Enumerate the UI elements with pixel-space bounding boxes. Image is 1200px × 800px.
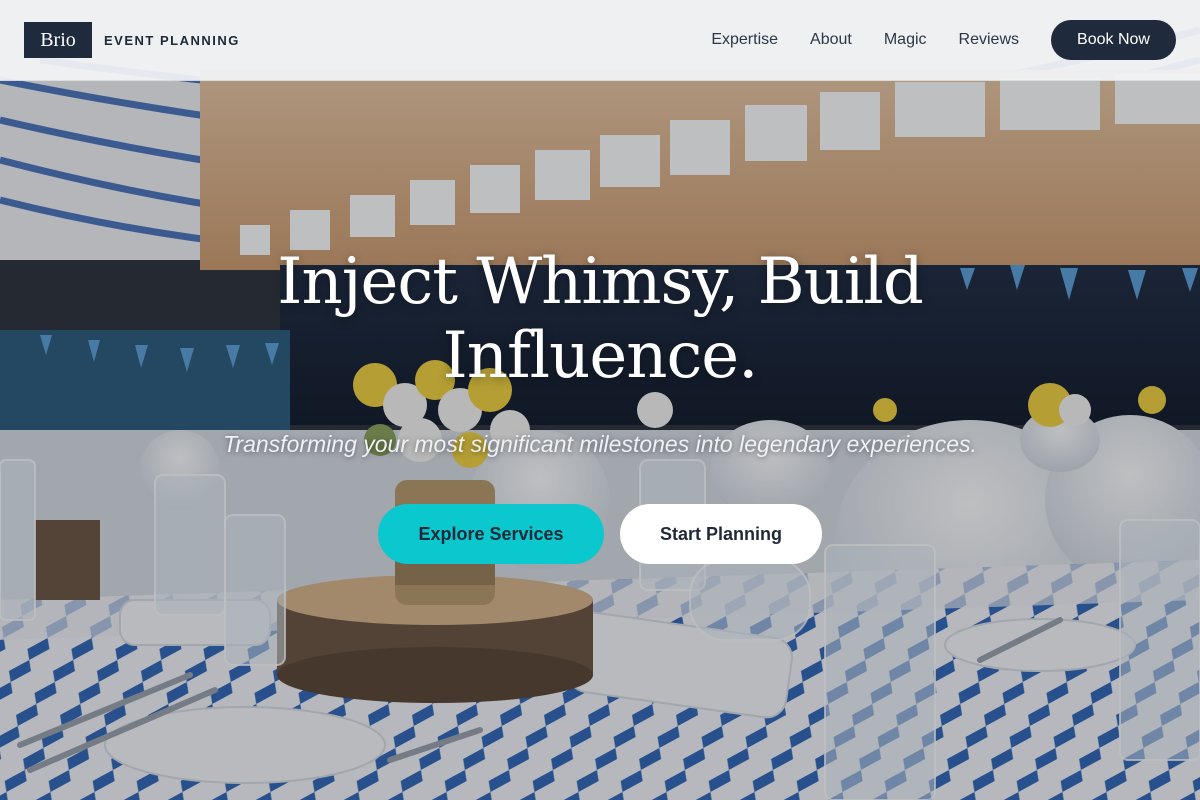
nav-link-magic[interactable]: Magic [884, 31, 927, 49]
site-header: Brio EVENT PLANNING Expertise About Magi… [0, 0, 1200, 81]
explore-services-button[interactable]: Explore Services [378, 504, 604, 564]
hero-subheadline: Transforming your most significant miles… [223, 431, 977, 457]
main-nav: Expertise About Magic Reviews Book Now [711, 20, 1176, 60]
brand-tagline: EVENT PLANNING [104, 32, 240, 48]
nav-link-expertise[interactable]: Expertise [711, 31, 778, 49]
nav-link-about[interactable]: About [810, 31, 852, 49]
hero-headline: Inject Whimsy, Build Influence. [277, 245, 924, 393]
book-now-button[interactable]: Book Now [1051, 20, 1176, 60]
brand[interactable]: Brio EVENT PLANNING [24, 22, 240, 58]
hero-content: Inject Whimsy, Build Influence. Transfor… [0, 245, 1200, 564]
hero-cta-group: Explore Services Start Planning [0, 504, 1200, 564]
brio-logo[interactable]: Brio [24, 22, 92, 58]
start-planning-button[interactable]: Start Planning [620, 504, 822, 564]
nav-link-reviews[interactable]: Reviews [959, 31, 1019, 49]
